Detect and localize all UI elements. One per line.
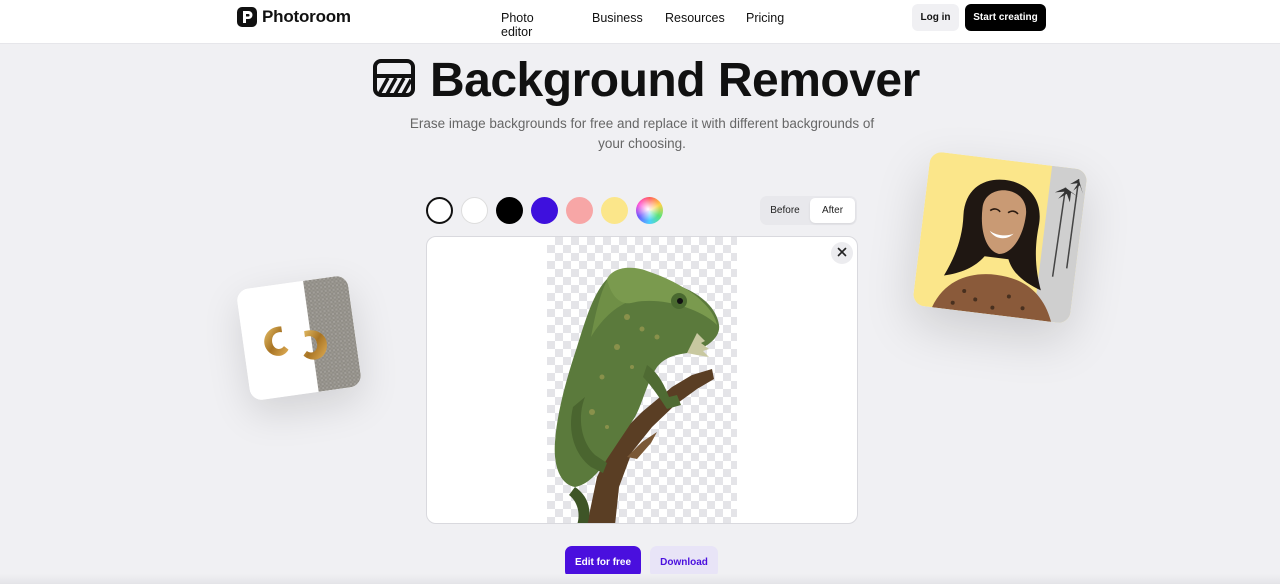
- top-nav: Photoroom Photo editor Business Resource…: [0, 0, 1280, 44]
- earrings-image: [235, 274, 363, 402]
- background-remover-icon: [372, 58, 416, 103]
- page-subtitle: Erase image backgrounds for free and rep…: [409, 116, 875, 151]
- close-button[interactable]: [831, 242, 853, 264]
- swatch-rainbow[interactable]: [636, 197, 663, 224]
- swatch-yellow[interactable]: [601, 197, 628, 224]
- before-option[interactable]: Before: [762, 198, 808, 223]
- swatch-pink[interactable]: [566, 197, 593, 224]
- login-button[interactable]: Log in: [912, 4, 959, 31]
- page-title: Background Remover: [430, 53, 920, 107]
- hero-heading: Background Remover: [372, 53, 920, 107]
- image-preview: [426, 236, 858, 524]
- nav-photo-editor[interactable]: Photo editor: [501, 11, 534, 39]
- bottom-edge: [0, 574, 1280, 584]
- after-option[interactable]: After: [810, 198, 855, 223]
- nav-business[interactable]: Business: [592, 11, 643, 25]
- nav-pricing[interactable]: Pricing: [746, 11, 784, 25]
- before-after-toggle[interactable]: Before After: [760, 196, 857, 225]
- brand-logo[interactable]: Photoroom: [237, 7, 351, 27]
- chameleon-image: [554, 267, 720, 523]
- close-icon: [837, 244, 847, 262]
- swatch-black[interactable]: [496, 197, 523, 224]
- photoroom-logo-icon: [237, 7, 257, 27]
- swatch-transparent[interactable]: [426, 197, 453, 224]
- swatch-purple[interactable]: [531, 197, 558, 224]
- portrait-image: [912, 150, 1088, 325]
- example-card-earrings: [235, 274, 363, 402]
- example-card-portrait: [912, 150, 1088, 325]
- start-creating-button[interactable]: Start creating: [965, 4, 1046, 31]
- swatch-white[interactable]: [461, 197, 488, 224]
- nav-resources[interactable]: Resources: [665, 11, 725, 25]
- brand-name: Photoroom: [262, 7, 351, 26]
